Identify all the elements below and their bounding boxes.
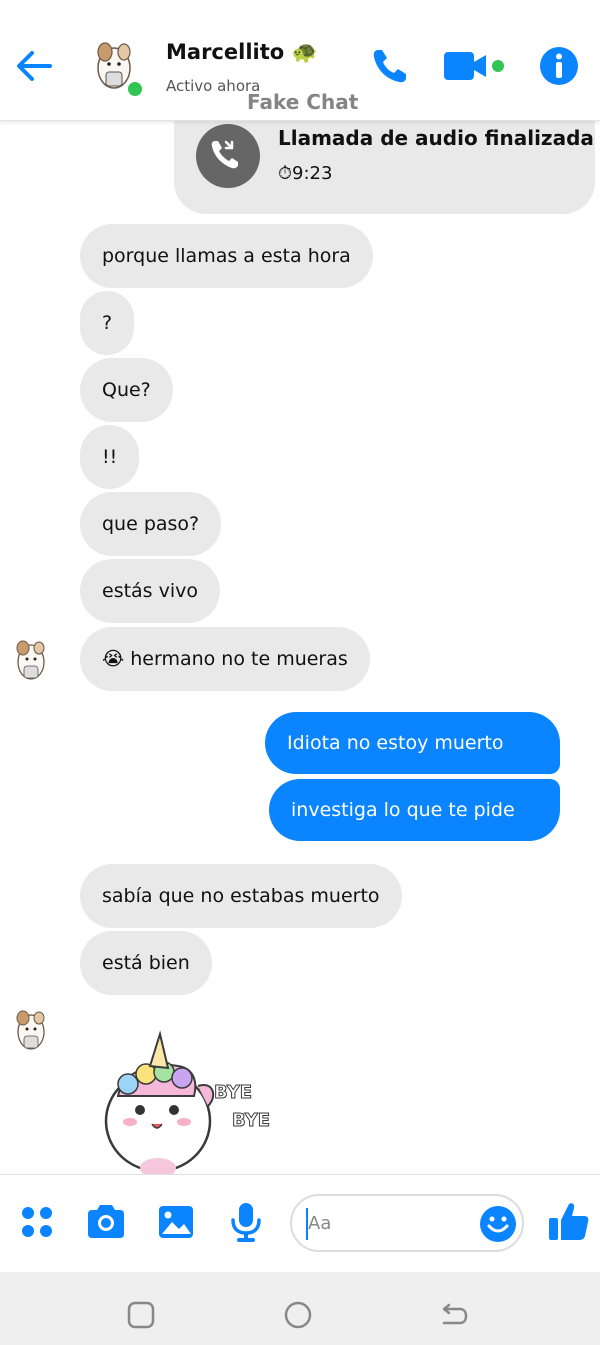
sticker-text-2: BYE	[232, 1110, 270, 1131]
message-incoming[interactable]: ?	[80, 291, 135, 355]
message-outgoing[interactable]: Idiota no estoy muerto	[265, 712, 560, 774]
sticker-text-1: BYE	[214, 1082, 252, 1103]
camera-icon[interactable]	[84, 1200, 128, 1244]
sender-avatar[interactable]	[8, 636, 54, 688]
message-input[interactable]: Aa	[290, 1194, 524, 1252]
thumbs-up-icon[interactable]	[546, 1198, 592, 1244]
info-icon[interactable]	[537, 44, 581, 88]
sender-avatar[interactable]	[8, 1006, 54, 1058]
back-icon[interactable]	[438, 1300, 470, 1330]
message-input-placeholder: Aa	[308, 1213, 332, 1234]
phone-icon[interactable]	[368, 44, 412, 88]
message-incoming[interactable]: porque llamas a esta hora	[80, 224, 373, 288]
contact-name[interactable]: Marcellito 🐢	[166, 40, 318, 65]
online-indicator	[126, 80, 144, 98]
message-incoming[interactable]: sabía que no estabas muerto	[80, 864, 402, 928]
microphone-icon[interactable]	[224, 1200, 268, 1244]
recent-apps-icon[interactable]	[126, 1300, 156, 1330]
missed-call-icon	[211, 140, 238, 169]
message-incoming[interactable]: estás vivo	[80, 559, 221, 623]
video-icon[interactable]	[442, 44, 508, 88]
emoji-icon[interactable]	[478, 1204, 518, 1244]
call-duration: ⏱9:23	[278, 163, 333, 184]
call-title: Llamada de audio finalizada	[278, 126, 594, 150]
message-incoming[interactable]: Que?	[80, 358, 173, 422]
back-arrow-icon[interactable]	[12, 44, 56, 88]
watermark: Fake Chat	[247, 90, 359, 114]
chat-header: Marcellito 🐢 Activo ahora Fake Chat	[0, 0, 600, 121]
unicorn-bye-sticker[interactable]: BYE BYE	[98, 1026, 288, 1176]
home-icon[interactable]	[283, 1300, 313, 1330]
message-incoming[interactable]: que paso?	[80, 492, 222, 556]
apps-icon[interactable]	[16, 1200, 60, 1244]
system-navigation-bar	[0, 1272, 600, 1345]
message-outgoing[interactable]: investiga lo que te pide	[269, 779, 560, 841]
gallery-icon[interactable]	[154, 1200, 198, 1244]
message-incoming[interactable]: está bien	[80, 931, 212, 995]
message-incoming[interactable]: !!	[80, 425, 140, 489]
message-incoming[interactable]: 😭 hermano no te mueras	[80, 627, 370, 691]
call-icon-circle	[196, 124, 260, 188]
